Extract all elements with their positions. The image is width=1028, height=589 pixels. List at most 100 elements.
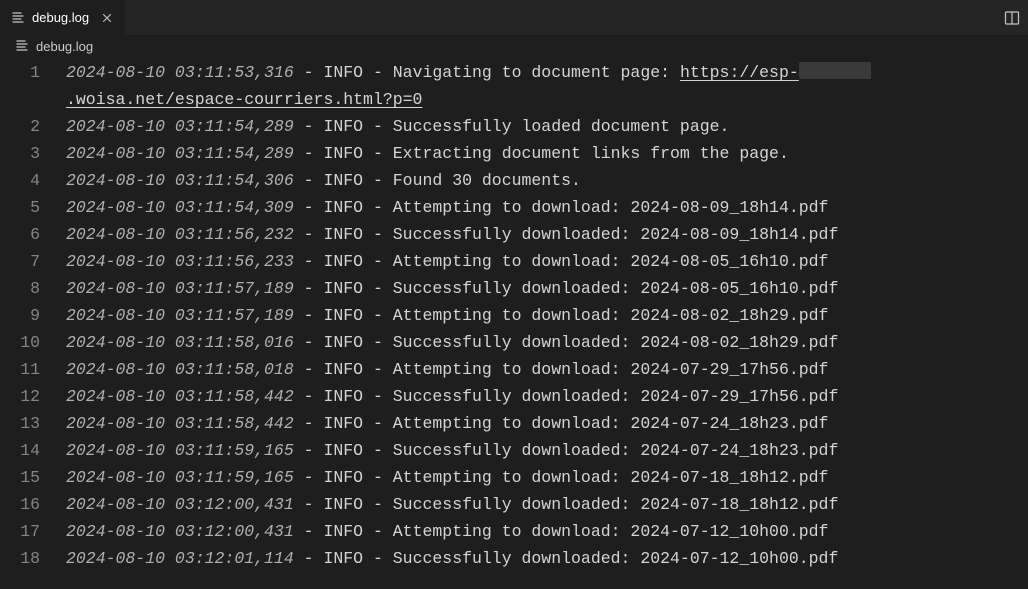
line-number: 2 [0,113,66,140]
line-number: 13 [0,410,66,437]
line-content: 2024-08-10 03:11:57,189 - INFO - Attempt… [66,302,1028,329]
log-level: - INFO - [294,198,393,217]
log-line: 112024-08-10 03:11:58,018 - INFO - Attem… [0,356,1028,383]
log-level: - INFO - [294,333,393,352]
log-level: - INFO - [294,144,393,163]
line-number: 3 [0,140,66,167]
log-timestamp: 2024-08-10 03:11:54,306 [66,171,294,190]
line-content: 2024-08-10 03:11:56,232 - INFO - Success… [66,221,1028,248]
line-content: 2024-08-10 03:11:58,442 - INFO - Attempt… [66,410,1028,437]
log-line: 162024-08-10 03:12:00,431 - INFO - Succe… [0,491,1028,518]
line-content: 2024-08-10 03:11:58,442 - INFO - Success… [66,383,1028,410]
line-content: 2024-08-10 03:11:59,165 - INFO - Success… [66,437,1028,464]
line-number: 6 [0,221,66,248]
line-number: 4 [0,167,66,194]
log-level: - INFO - [294,549,393,568]
log-timestamp: 2024-08-10 03:11:56,233 [66,252,294,271]
editor-area[interactable]: 12024-08-10 03:11:53,316 - INFO - Naviga… [0,57,1028,572]
log-timestamp: 2024-08-10 03:11:53,316 [66,63,294,82]
log-message: Successfully downloaded: 2024-07-12_10h0… [393,549,839,568]
log-url[interactable]: https://esp- [680,63,799,82]
log-line: 62024-08-10 03:11:56,232 - INFO - Succes… [0,221,1028,248]
log-timestamp: 2024-08-10 03:12:01,114 [66,549,294,568]
line-number: 5 [0,194,66,221]
log-message: Successfully downloaded: 2024-07-29_17h5… [393,387,839,406]
log-message: Successfully downloaded: 2024-08-09_18h1… [393,225,839,244]
log-message: Attempting to download: 2024-07-18_18h12… [393,468,829,487]
log-line: 12024-08-10 03:11:53,316 - INFO - Naviga… [0,59,1028,86]
line-content: 2024-08-10 03:12:01,114 - INFO - Success… [66,545,1028,572]
file-lines-icon [14,38,30,54]
line-content: 2024-08-10 03:11:59,165 - INFO - Attempt… [66,464,1028,491]
log-message: Attempting to download: 2024-07-29_17h56… [393,360,829,379]
tab-debug-log[interactable]: debug.log [0,0,126,35]
split-editor-icon[interactable] [1004,10,1020,26]
line-content: 2024-08-10 03:11:57,189 - INFO - Success… [66,275,1028,302]
log-message: Attempting to download: 2024-08-05_16h10… [393,252,829,271]
line-content: 2024-08-10 03:11:54,306 - INFO - Found 3… [66,167,1028,194]
log-level: - INFO - [294,468,393,487]
line-content: 2024-08-10 03:11:54,289 - INFO - Extract… [66,140,1028,167]
log-level: - INFO - [294,495,393,514]
log-timestamp: 2024-08-10 03:11:54,289 [66,144,294,163]
line-number: 8 [0,275,66,302]
log-line: 32024-08-10 03:11:54,289 - INFO - Extrac… [0,140,1028,167]
breadcrumb-filename: debug.log [36,39,93,54]
line-number: 15 [0,464,66,491]
log-message: Successfully loaded document page. [393,117,730,136]
log-line: 22024-08-10 03:11:54,289 - INFO - Succes… [0,113,1028,140]
line-number: 16 [0,491,66,518]
log-line-continuation: .woisa.net/espace-courriers.html?p=0 [0,86,1028,113]
line-number: 18 [0,545,66,572]
log-url[interactable]: .woisa.net/espace-courriers.html?p=0 [66,90,422,109]
log-timestamp: 2024-08-10 03:11:57,189 [66,279,294,298]
log-timestamp: 2024-08-10 03:11:54,289 [66,117,294,136]
log-timestamp: 2024-08-10 03:12:00,431 [66,522,294,541]
log-level: - INFO - [294,225,393,244]
line-content: 2024-08-10 03:11:53,316 - INFO - Navigat… [66,59,1028,86]
log-timestamp: 2024-08-10 03:11:59,165 [66,468,294,487]
log-timestamp: 2024-08-10 03:11:57,189 [66,306,294,325]
breadcrumb[interactable]: debug.log [0,35,1028,57]
tab-bar: debug.log [0,0,1028,35]
log-message: Attempting to download: 2024-07-12_10h00… [393,522,829,541]
line-content: .woisa.net/espace-courriers.html?p=0 [66,86,1028,113]
line-number: 7 [0,248,66,275]
line-content: 2024-08-10 03:12:00,431 - INFO - Attempt… [66,518,1028,545]
line-number: 1 [0,59,66,86]
log-message: Successfully downloaded: 2024-08-05_16h1… [393,279,839,298]
log-line: 52024-08-10 03:11:54,309 - INFO - Attemp… [0,194,1028,221]
log-timestamp: 2024-08-10 03:11:59,165 [66,441,294,460]
line-content: 2024-08-10 03:11:56,233 - INFO - Attempt… [66,248,1028,275]
log-level: - INFO - [294,360,393,379]
tab-label: debug.log [32,10,89,25]
line-content: 2024-08-10 03:11:58,016 - INFO - Success… [66,329,1028,356]
log-line: 72024-08-10 03:11:56,233 - INFO - Attemp… [0,248,1028,275]
log-level: - INFO - [294,252,393,271]
log-line: 92024-08-10 03:11:57,189 - INFO - Attemp… [0,302,1028,329]
log-line: 152024-08-10 03:11:59,165 - INFO - Attem… [0,464,1028,491]
log-line: 122024-08-10 03:11:58,442 - INFO - Succe… [0,383,1028,410]
log-message: Successfully downloaded: 2024-07-24_18h2… [393,441,839,460]
log-line: 182024-08-10 03:12:01,114 - INFO - Succe… [0,545,1028,572]
log-line: 132024-08-10 03:11:58,442 - INFO - Attem… [0,410,1028,437]
log-line: 42024-08-10 03:11:54,306 - INFO - Found … [0,167,1028,194]
log-line: 172024-08-10 03:12:00,431 - INFO - Attem… [0,518,1028,545]
log-line: 142024-08-10 03:11:59,165 - INFO - Succe… [0,437,1028,464]
close-icon[interactable] [99,10,115,26]
line-number: 12 [0,383,66,410]
line-number [0,86,66,113]
log-message: Successfully downloaded: 2024-08-02_18h2… [393,333,839,352]
line-number: 10 [0,329,66,356]
log-level: - INFO - [294,441,393,460]
line-content: 2024-08-10 03:11:54,289 - INFO - Success… [66,113,1028,140]
log-message: Found 30 documents. [393,171,581,190]
log-timestamp: 2024-08-10 03:12:00,431 [66,495,294,514]
log-level: - INFO - [294,63,393,82]
log-message: Successfully downloaded: 2024-07-18_18h1… [393,495,839,514]
log-level: - INFO - [294,117,393,136]
log-line: 82024-08-10 03:11:57,189 - INFO - Succes… [0,275,1028,302]
log-message: Navigating to document page: [393,63,680,82]
log-timestamp: 2024-08-10 03:11:58,016 [66,333,294,352]
line-content: 2024-08-10 03:11:54,309 - INFO - Attempt… [66,194,1028,221]
